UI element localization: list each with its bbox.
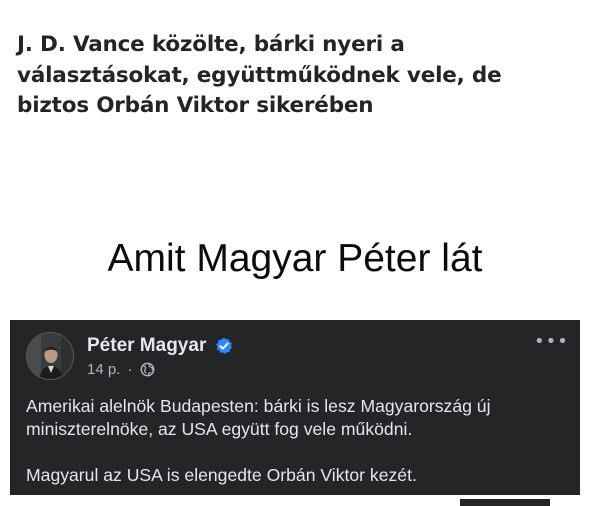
post-meta: 14 p. · xyxy=(87,360,155,380)
post-author-name[interactable]: Péter Magyar xyxy=(87,334,206,358)
more-options-button[interactable]: ••• xyxy=(534,333,568,351)
headline-line-2: választásokat, együttműködnek vele, de xyxy=(17,62,502,88)
post-paragraph-2: Magyarul az USA is elengedte Orbán Vikto… xyxy=(26,465,417,485)
avatar-portrait xyxy=(27,333,73,379)
verified-badge-icon xyxy=(216,337,232,354)
globe-icon[interactable] xyxy=(140,362,155,377)
post-paragraph-1: Amerikai alelnök Budapesten: bárki is le… xyxy=(26,396,491,439)
post-timestamp[interactable]: 14 p. xyxy=(87,361,120,378)
avatar[interactable] xyxy=(26,332,74,380)
meta-separator: · xyxy=(127,361,133,378)
article-headline[interactable]: J. D. Vance közölte, bárki nyeri a válas… xyxy=(17,30,577,122)
screenshot-page: J. D. Vance közölte, bárki nyeri a válas… xyxy=(0,0,590,506)
headline-line-3: biztos Orbán Viktor sikerében xyxy=(17,93,374,118)
cropped-card-fragment xyxy=(460,499,550,506)
post-body: Amerikai alelnök Budapesten: bárki is le… xyxy=(26,395,571,487)
facebook-post-card: Péter Magyar 14 p. · ••• Amerikai alelnö… xyxy=(10,320,580,495)
headline-line-1: J. D. Vance közölte, bárki nyeri a xyxy=(17,32,405,57)
meme-caption: Amit Magyar Péter lát xyxy=(107,237,483,280)
